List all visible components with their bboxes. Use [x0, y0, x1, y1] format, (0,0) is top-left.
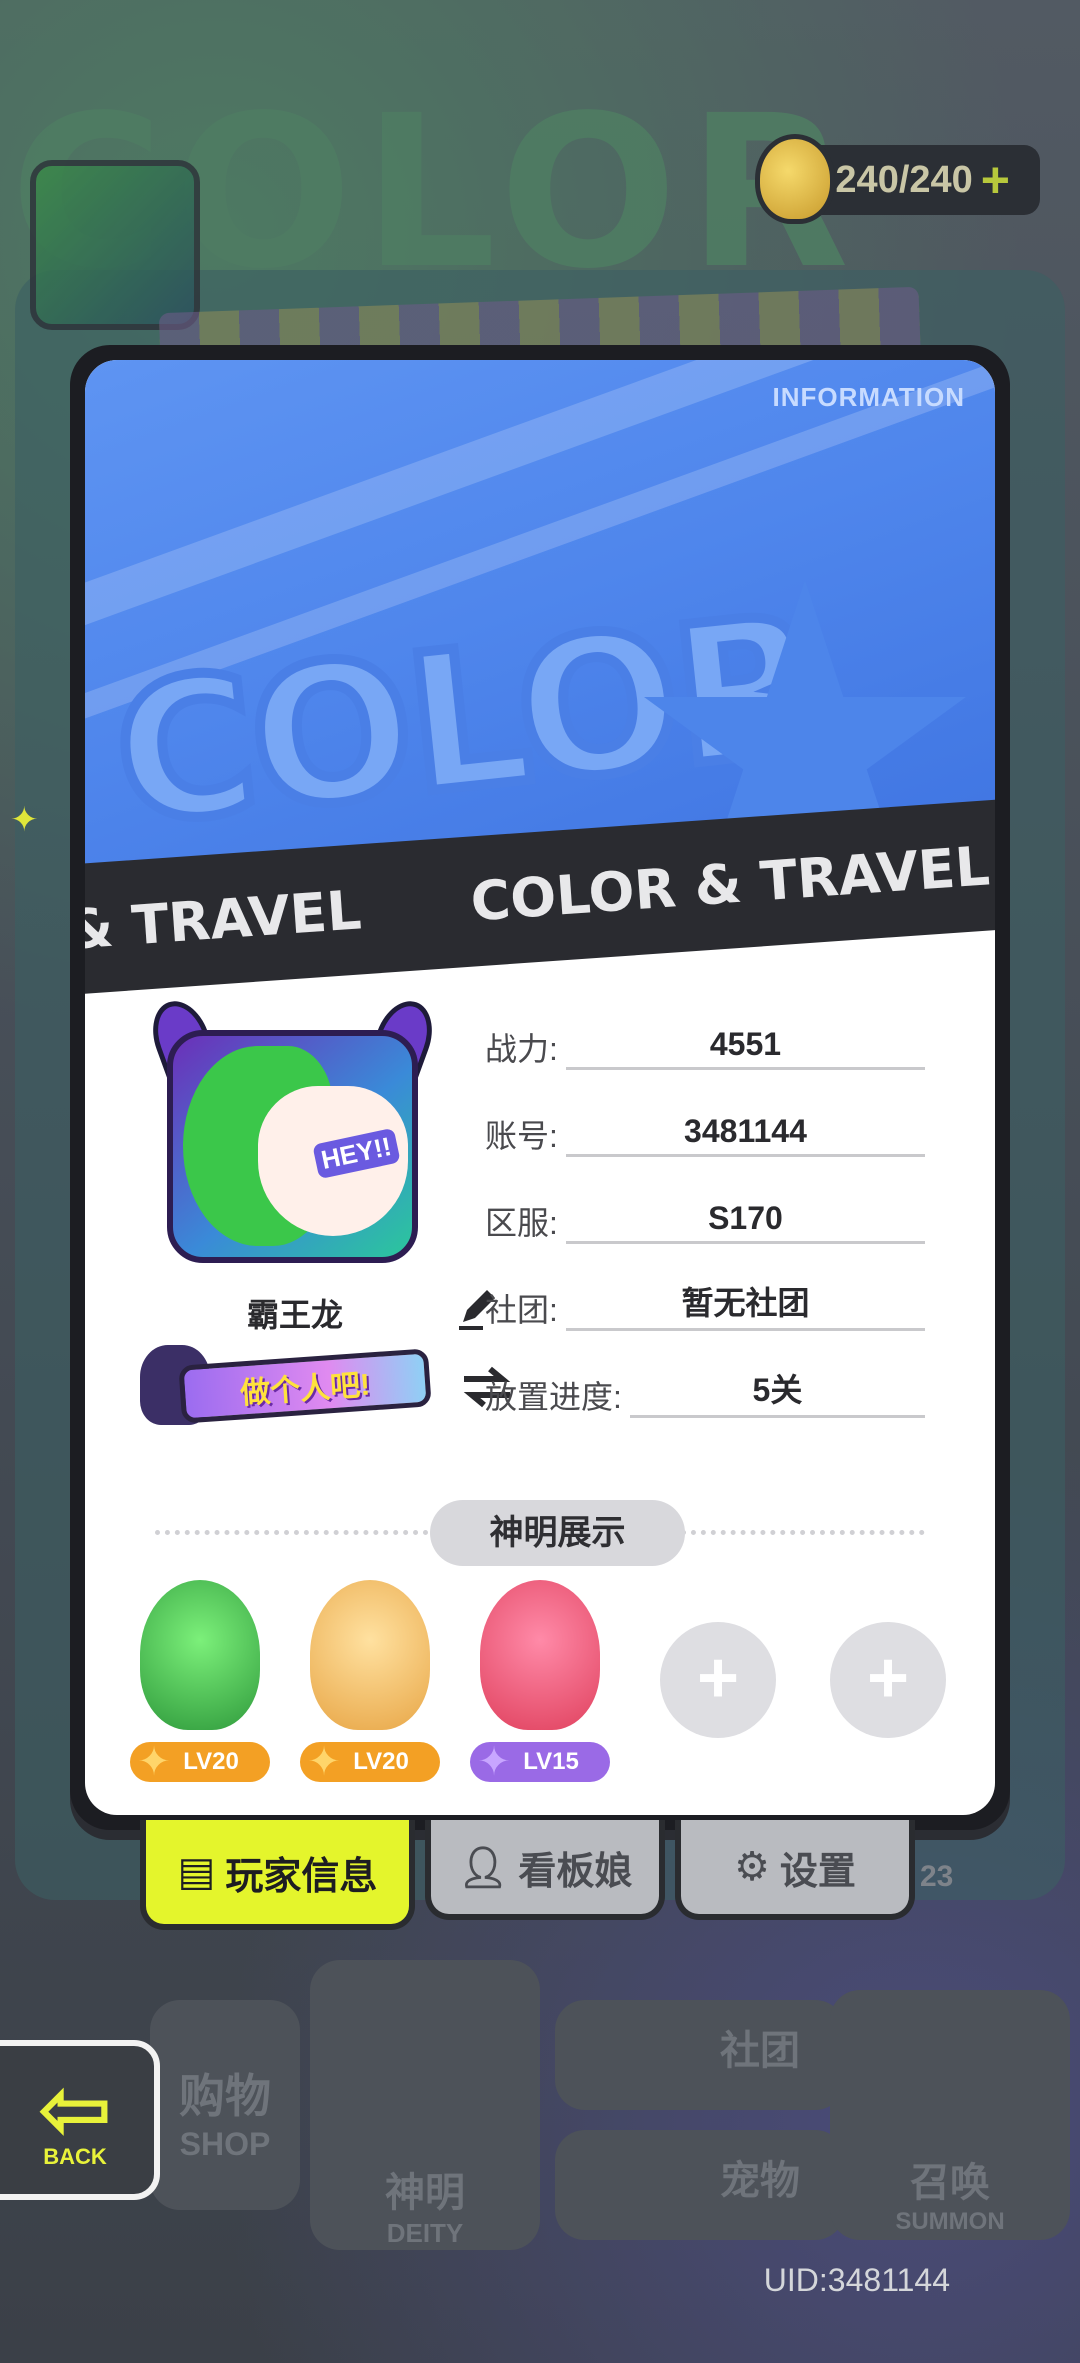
back-label: BACK: [43, 2144, 107, 2169]
stat-value: 3481144: [565, 1113, 925, 1157]
deity-slot-3[interactable]: ✦ LV15: [470, 1580, 610, 1784]
deity-level: LV20: [353, 1748, 409, 1775]
club-label: 社团: [720, 2029, 800, 2073]
stat-value: S170: [565, 1200, 925, 1244]
stat-value: 4551: [565, 1026, 925, 1070]
card-inner: COLOR ★ INFORMATION & TRAVEL COLOR & TRA…: [85, 360, 995, 1815]
person-icon: 👤︎: [457, 1845, 509, 1890]
stat-label: 账号:: [485, 1118, 558, 1154]
level-badge: ✦ LV15: [470, 1740, 610, 1784]
tab-settings[interactable]: ⚙ 设置: [675, 1820, 915, 1920]
gear-icon: ⚙: [734, 1845, 770, 1889]
pets-button-bg: 宠物: [555, 2130, 845, 2240]
shop-label-en: SHOP: [179, 2126, 271, 2162]
signature-badge[interactable]: 做个人吧!: [140, 1345, 440, 1425]
showcase-title: 神明展示: [430, 1500, 685, 1566]
stat-power: 战力: 4551: [485, 1010, 925, 1070]
uid-label: UID:3481144: [763, 2262, 950, 2298]
pets-label: 宠物: [720, 2159, 800, 2203]
tab-label: 看板娘: [518, 1850, 633, 1893]
club-button-bg: 社团: [555, 2000, 845, 2110]
deity-figure: [480, 1580, 600, 1730]
add-deity-button[interactable]: +: [660, 1622, 776, 1738]
background-avatar: [30, 160, 200, 330]
deity-level: LV20: [183, 1748, 239, 1775]
summon-label: 召唤: [910, 2161, 990, 2205]
rarity-gem-icon: ✦: [477, 1740, 511, 1784]
deity-level: LV15: [523, 1748, 579, 1775]
player-card-icon: ▤: [177, 1850, 216, 1894]
stat-label: 战力:: [485, 1031, 558, 1067]
rarity-gem-icon: ✦: [307, 1740, 341, 1784]
tab-player-info[interactable]: ▤ 玩家信息: [140, 1820, 415, 1930]
sparkle-icon: ✦: [10, 801, 39, 839]
energy-counter[interactable]: 240/240 +: [755, 134, 1040, 224]
deity-figure: [140, 1580, 260, 1730]
back-button[interactable]: ⇦ BACK: [0, 2040, 160, 2200]
stat-value: 5关: [629, 1365, 925, 1418]
side-number: 23: [920, 1860, 954, 1893]
tab-label: 设置: [779, 1850, 856, 1893]
stat-club: 社团: 暂无社团: [485, 1271, 925, 1331]
summon-button-bg: 召唤 SUMMON: [830, 1990, 1070, 2240]
deity-slot-2[interactable]: ✦ LV20: [300, 1580, 440, 1784]
signature-text: 做个人吧!: [178, 1348, 432, 1424]
energy-drop-icon: [755, 134, 836, 224]
shop-label: 购物: [179, 2070, 271, 2122]
stat-label: 放置进度:: [485, 1379, 622, 1415]
stat-account: 账号: 3481144: [485, 1097, 925, 1157]
avatar-frame[interactable]: HEY!!: [142, 993, 443, 1275]
stat-label: 社团:: [485, 1292, 558, 1328]
deity-label: 神明: [385, 2171, 465, 2215]
energy-add-icon[interactable]: +: [981, 151, 1010, 209]
stat-value: 暂无社团: [565, 1278, 925, 1331]
tab-mascot[interactable]: 👤︎ 看板娘: [425, 1820, 665, 1920]
stat-label: 区服:: [485, 1205, 558, 1241]
deity-button-bg: 神明 DEITY: [310, 1960, 540, 2250]
energy-value: 240/240: [835, 158, 973, 201]
level-badge: ✦ LV20: [300, 1740, 440, 1784]
rarity-gem-icon: ✦: [137, 1740, 171, 1784]
add-deity-button[interactable]: +: [830, 1622, 946, 1738]
back-arrow-icon: ⇦: [37, 2060, 113, 2160]
tape-text-left: & TRAVEL: [85, 877, 364, 962]
shop-button-bg: 购物 SHOP: [150, 2000, 300, 2210]
player-nickname: 霸王龙: [246, 1297, 343, 1333]
stat-idle-progress: 放置进度: 5关: [485, 1358, 925, 1418]
stat-server: 区服: S170: [485, 1184, 925, 1244]
deity-figure: [310, 1580, 430, 1730]
avatar: HEY!!: [167, 1030, 418, 1263]
deity-label-en: DEITY: [386, 2218, 464, 2248]
banner-tag: INFORMATION: [772, 382, 965, 412]
player-info-card: COLOR ★ INFORMATION & TRAVEL COLOR & TRA…: [70, 345, 1010, 1830]
tape-text-main: COLOR & TRAVEL: [468, 833, 992, 934]
deity-slot-1[interactable]: ✦ LV20: [130, 1580, 270, 1784]
tab-label: 玩家信息: [225, 1855, 378, 1898]
level-badge: ✦ LV20: [130, 1740, 270, 1784]
summon-label-en: SUMMON: [895, 2208, 1005, 2235]
